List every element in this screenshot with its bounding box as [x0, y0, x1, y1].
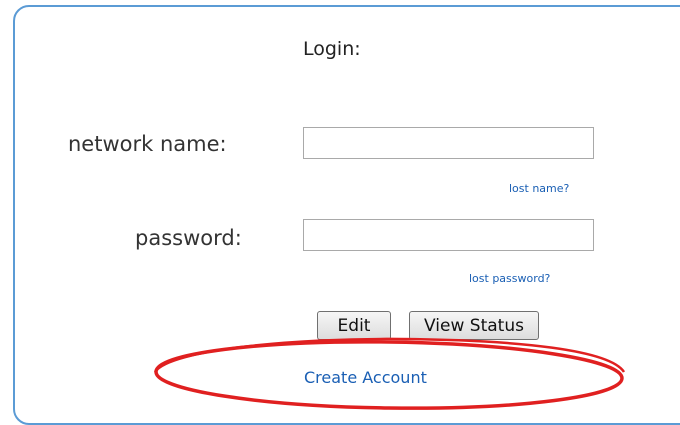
lost-password-link[interactable]: lost password?	[469, 272, 550, 285]
view-status-button[interactable]: View Status	[409, 311, 539, 340]
edit-button[interactable]: Edit	[317, 311, 391, 340]
password-input[interactable]	[303, 219, 594, 251]
password-label: password:	[135, 226, 242, 250]
create-account-link[interactable]: Create Account	[304, 368, 427, 387]
login-title: Login:	[303, 38, 361, 60]
lost-name-link[interactable]: lost name?	[509, 182, 569, 195]
network-name-label: network name:	[68, 132, 227, 156]
network-name-input[interactable]	[303, 127, 594, 159]
login-panel	[13, 5, 680, 425]
